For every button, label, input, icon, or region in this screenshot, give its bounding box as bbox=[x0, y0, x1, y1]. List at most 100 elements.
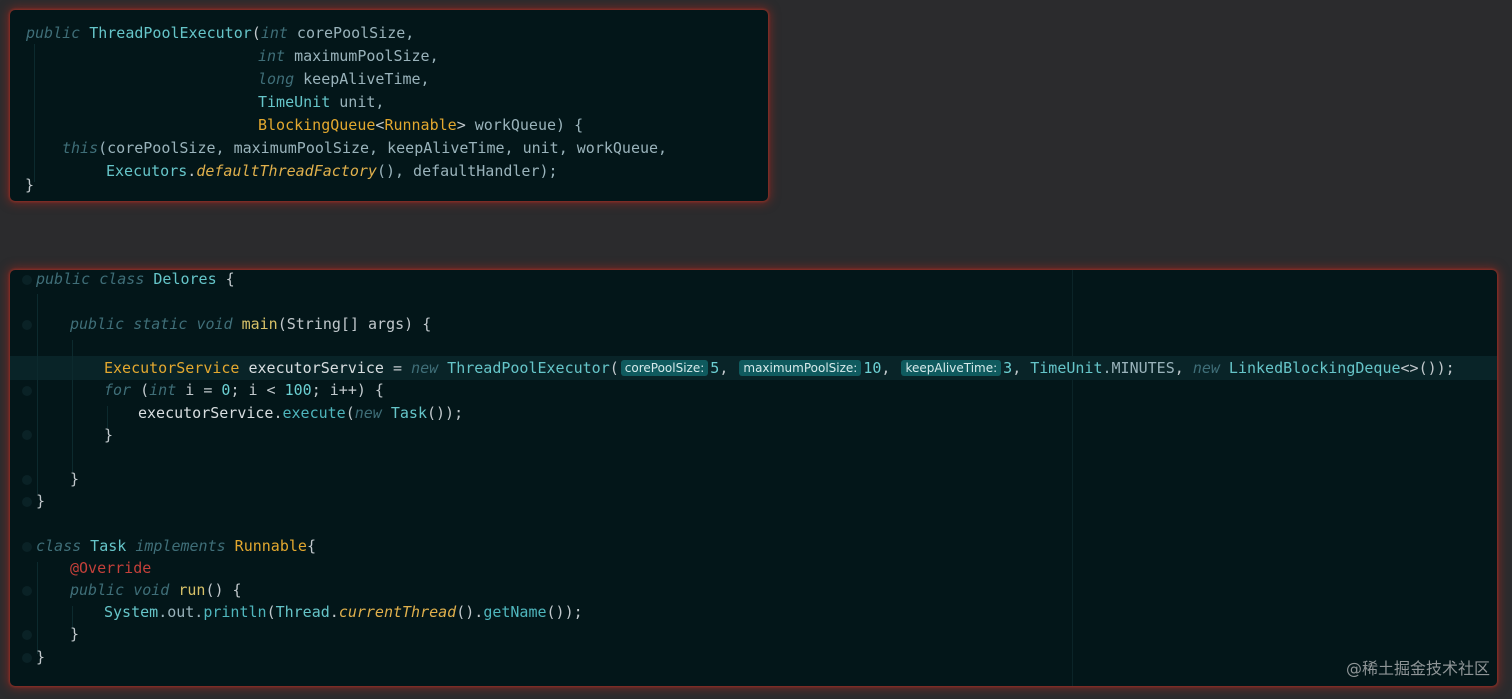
punct: ( bbox=[266, 603, 276, 621]
type-name: TimeUnit bbox=[258, 93, 331, 111]
code-line-2: public static void main(String[] args) { bbox=[70, 313, 1497, 335]
code-line-3: long keepAliveTime, bbox=[258, 68, 768, 90]
closing-brace: } bbox=[104, 426, 114, 444]
type-name: Thread bbox=[275, 603, 330, 621]
number-literal: 10 bbox=[863, 359, 882, 377]
gutter-fold-marker bbox=[22, 497, 32, 507]
type-name: ThreadPoolExecutor bbox=[438, 359, 610, 377]
punct: ( bbox=[345, 404, 355, 422]
constructor-name: ThreadPoolExecutor bbox=[80, 24, 252, 42]
closing-brace: } bbox=[70, 470, 80, 488]
code-snippet-constructor: public ThreadPoolExecutor(int corePoolSi… bbox=[10, 10, 768, 201]
keyword: public bbox=[36, 270, 91, 288]
punct: ( bbox=[131, 381, 150, 399]
indent-guide bbox=[72, 340, 73, 472]
field-access: .out. bbox=[158, 603, 204, 621]
method-call: currentThread bbox=[338, 603, 457, 621]
number-literal: 5 bbox=[710, 359, 720, 377]
method-call: println bbox=[203, 603, 267, 621]
number-literal: 100 bbox=[284, 381, 312, 399]
punct: , bbox=[1174, 359, 1193, 377]
punct: ; i++) { bbox=[311, 381, 384, 399]
indent-guide bbox=[34, 44, 35, 182]
code-line-4: for (int i = 0; i < 100; i++) { bbox=[104, 379, 1497, 401]
punct: > bbox=[456, 116, 466, 134]
keyword: new bbox=[411, 359, 439, 377]
code-line-8: } bbox=[25, 174, 768, 196]
punct: ; i < bbox=[230, 381, 285, 399]
closing-brace: } bbox=[25, 176, 35, 194]
variable-name: executorService bbox=[138, 404, 274, 422]
indent-guide bbox=[37, 562, 38, 654]
type-name: ExecutorService bbox=[104, 359, 240, 377]
punct: ( bbox=[609, 359, 619, 377]
method-call: execute bbox=[282, 404, 346, 422]
gutter-fold-marker bbox=[22, 430, 32, 440]
code-line-1: public class Delores { bbox=[36, 270, 1497, 290]
type-keyword: int bbox=[258, 47, 286, 65]
keyword: new bbox=[354, 404, 382, 422]
punct: ()); bbox=[546, 603, 583, 621]
code-line-1: public ThreadPoolExecutor(int corePoolSi… bbox=[26, 22, 768, 44]
punct: , bbox=[881, 359, 900, 377]
code-line-13: } bbox=[70, 623, 1497, 645]
type-keyword: int bbox=[260, 24, 288, 42]
method-call: getName bbox=[483, 603, 547, 621]
method-name: run bbox=[178, 581, 206, 599]
code-line-8: } bbox=[36, 490, 1497, 512]
closing-brace: } bbox=[70, 625, 80, 643]
code-snippet-main: public class Delores { public static voi… bbox=[10, 270, 1497, 686]
type-name: LinkedBlockingDeque bbox=[1219, 359, 1401, 377]
gutter-fold-marker bbox=[22, 475, 32, 485]
code-line-10: @Override bbox=[70, 557, 1497, 579]
code-line-3: ExecutorService executorService = new Th… bbox=[104, 357, 1497, 379]
punct: i = bbox=[176, 381, 222, 399]
punct: . bbox=[329, 603, 339, 621]
type-name: TimeUnit bbox=[1030, 359, 1103, 377]
type-name: System bbox=[104, 603, 159, 621]
keyword: class bbox=[36, 537, 82, 555]
code-line-2: int maximumPoolSize, bbox=[258, 45, 768, 67]
punct: ( bbox=[251, 24, 261, 42]
code-line-11: public void run() { bbox=[70, 579, 1497, 601]
param: unit, bbox=[330, 93, 385, 111]
variable-name: executorService bbox=[239, 359, 384, 377]
punct: { bbox=[216, 270, 235, 288]
keyword: int bbox=[149, 381, 177, 399]
param: maximumPoolSize, bbox=[285, 47, 439, 65]
code-line-6: this(corePoolSize, maximumPoolSize, keep… bbox=[62, 137, 768, 159]
code-line-14: } bbox=[36, 646, 1497, 668]
keyword: public bbox=[70, 315, 125, 333]
code-line-12: System.out.println(Thread.currentThread(… bbox=[104, 601, 1497, 623]
enum-constant: .MINUTES bbox=[1102, 359, 1175, 377]
gutter-fold-marker bbox=[22, 320, 32, 330]
param: corePoolSize, bbox=[287, 24, 415, 42]
keyword: static bbox=[133, 315, 188, 333]
type-name: Task bbox=[381, 404, 427, 422]
keyword: public bbox=[26, 24, 81, 42]
punct: (). bbox=[456, 603, 484, 621]
keyword: new bbox=[1192, 359, 1220, 377]
gutter-fold-marker bbox=[22, 653, 32, 663]
gutter-fold-marker bbox=[22, 586, 32, 596]
param: keepAliveTime, bbox=[294, 70, 430, 88]
code-line-4: TimeUnit unit, bbox=[258, 91, 768, 113]
number-literal: 3 bbox=[1003, 359, 1013, 377]
code-line-9: class Task implements Runnable{ bbox=[36, 535, 1497, 557]
code-line-7: } bbox=[70, 468, 1497, 490]
param: workQueue) { bbox=[465, 116, 584, 134]
punct: , bbox=[1012, 359, 1031, 377]
keyword: this bbox=[62, 139, 99, 157]
type-name: BlockingQueue bbox=[258, 116, 376, 134]
parameter-hint: keepAliveTime: bbox=[901, 360, 1002, 376]
class-name: Task bbox=[81, 537, 127, 555]
keyword: void bbox=[133, 581, 170, 599]
keyword: class bbox=[99, 270, 145, 288]
type-name: Runnable bbox=[384, 116, 457, 134]
indent-guide bbox=[37, 294, 38, 494]
args: (corePoolSize, maximumPoolSize, keepAliv… bbox=[98, 139, 668, 157]
interface-name: Runnable bbox=[225, 537, 307, 555]
gutter-fold-marker bbox=[22, 386, 32, 396]
code-line-5: BlockingQueue<Runnable> workQueue) { bbox=[258, 114, 768, 136]
parameter-hint: corePoolSize: bbox=[620, 360, 709, 376]
